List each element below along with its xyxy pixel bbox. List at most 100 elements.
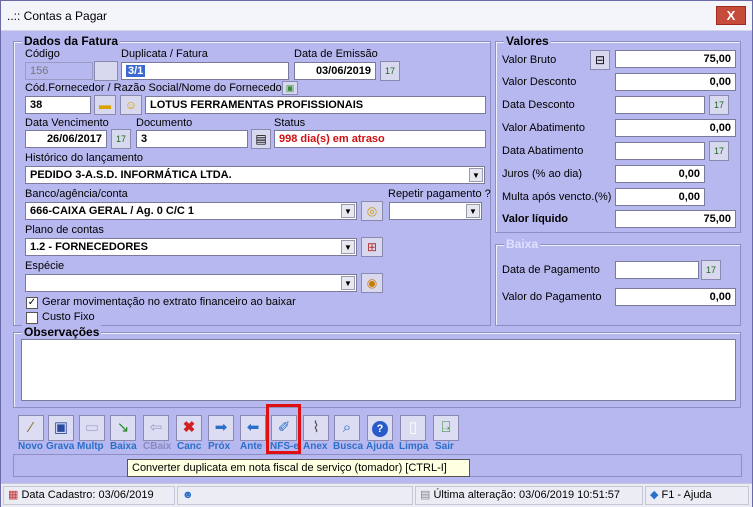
f1-ajuda-cell[interactable]: ◆ F1 - Ajuda [645, 486, 749, 505]
fornecedor-nome-field[interactable]: LOTUS FERRAMENTAS PROFISSIONAIS [145, 96, 486, 114]
cancel-icon: ✖ [182, 419, 196, 436]
valor-desconto-field[interactable]: 0,00 [615, 73, 736, 91]
valor-pagamento-field[interactable]: 0,00 [615, 288, 736, 306]
documento-field[interactable]: 3 [136, 130, 248, 148]
anex-label: Anex [303, 441, 328, 452]
valor-abatimento-field[interactable]: 0,00 [615, 119, 736, 137]
observacoes-legend: Observações [22, 325, 102, 339]
juros-field[interactable]: 0,00 [615, 165, 705, 183]
historico-select[interactable]: PEDIDO 3-A.S.D. INFORMÁTICA LTDA. ▼ [25, 166, 485, 184]
fornecedor-label: Cód.Fornecedor / Razão Social/Nome do Fo… [25, 82, 286, 94]
close-button[interactable]: X [716, 6, 746, 25]
codigo-label: Código [25, 48, 60, 60]
canc-button[interactable]: ✖ [176, 415, 202, 441]
chevron-down-icon[interactable]: ▼ [466, 204, 480, 218]
valor-bruto-label: Valor Bruto [502, 54, 557, 66]
plano-value: 1.2 - FORNECEDORES [30, 241, 148, 253]
baixa-icon: ↘ [116, 419, 130, 436]
fornecedor-smile-icon[interactable]: ☺ [120, 95, 142, 115]
emissao-calendar-icon[interactable]: 17 [380, 61, 400, 81]
gerar-movimentacao-checkbox[interactable]: ✓ [26, 297, 38, 309]
limpa-button[interactable]: ▯ [400, 415, 426, 441]
contas-a-pagar-window: ..:: Contas a Pagar X Dados da Fatura Có… [0, 0, 753, 507]
data-pagamento-label: Data de Pagamento [502, 264, 600, 276]
data-abatimento-calendar-icon[interactable]: 17 [709, 141, 729, 161]
ajuda-label: Ajuda [366, 441, 394, 452]
user-icon: ☻ [182, 489, 194, 501]
repetir-select[interactable]: ▼ [389, 202, 482, 220]
user-cell: ☻ [177, 486, 413, 505]
cbaix-button[interactable]: ⇦ [143, 415, 169, 441]
baixa-button[interactable]: ↘ [110, 415, 136, 441]
vencimento-calendar-icon[interactable]: 17 [111, 129, 131, 149]
ultima-alteracao-cell: ▤ Última alteração: 03/06/2019 10:51:57 [415, 486, 643, 505]
canc-label: Canc [177, 441, 202, 452]
sair-button[interactable]: ⍈ [433, 415, 459, 441]
chevron-down-icon[interactable]: ▼ [341, 276, 355, 290]
chevron-down-icon[interactable]: ▼ [341, 204, 355, 218]
data-cadastro-cell: ▦ Data Cadastro: 03/06/2019 [3, 486, 175, 505]
data-desconto-calendar-icon[interactable]: 17 [709, 95, 729, 115]
especie-select[interactable]: ▼ [25, 274, 357, 292]
vencimento-field[interactable]: 26/06/2017 [25, 130, 107, 148]
busca-button[interactable]: ⌕ [334, 415, 360, 441]
ante-button[interactable]: ⬅ [240, 415, 266, 441]
chevron-down-icon[interactable]: ▼ [341, 240, 355, 254]
data-desconto-field[interactable] [615, 96, 705, 114]
multp-button[interactable]: ▭ [79, 415, 105, 441]
f1-ajuda-text: F1 - Ajuda [661, 489, 712, 501]
anex-button[interactable]: ⌇ [303, 415, 329, 441]
cbaix-label: CBaix [143, 441, 172, 452]
valor-liquido-label: Valor líquido [502, 213, 569, 225]
novo-button[interactable]: ⁄ [18, 415, 44, 441]
duplicata-field[interactable]: 3/1 [121, 62, 289, 80]
valores-legend: Valores [504, 34, 551, 48]
data-pagamento-calendar-icon[interactable]: 17 [701, 260, 721, 280]
especie-label: Espécie [25, 260, 65, 272]
data-pagamento-field[interactable] [615, 261, 699, 279]
valor-bruto-calc-icon[interactable]: ⊟ [590, 50, 610, 70]
valor-liquido-field: 75,00 [615, 210, 736, 228]
emissao-field[interactable]: 03/06/2019 [294, 62, 376, 80]
banco-select[interactable]: 666-CAIXA GERAL / Ag. 0 C/C 1 ▼ [25, 202, 357, 220]
multa-field[interactable]: 0,00 [615, 188, 705, 206]
help-icon: ? [372, 421, 388, 437]
arrow-left-icon: ⬅ [246, 419, 260, 436]
search-icon: ⌕ [342, 419, 352, 436]
valor-bruto-field[interactable]: 75,00 [615, 50, 736, 68]
duplicata-label: Duplicata / Fatura [121, 48, 208, 60]
custo-fixo-checkbox[interactable] [26, 312, 38, 324]
status-field: 998 dia(s) em atraso [274, 130, 486, 148]
novo-label: Novo [18, 441, 43, 452]
ultima-alteracao-text: Última alteração: 03/06/2019 10:51:57 [433, 489, 620, 501]
observacoes-textarea[interactable] [21, 339, 736, 401]
codigo-lookup-button[interactable] [94, 61, 118, 81]
dados-fatura-legend: Dados da Fatura [22, 34, 121, 48]
baixa-label: Baixa [110, 441, 137, 452]
data-abatimento-label: Data Abatimento [502, 145, 584, 157]
juros-label: Juros (% ao dia) [502, 168, 583, 180]
ajuda-button[interactable]: ? [367, 415, 393, 441]
fornecedor-photo-icon[interactable]: ▣ [282, 81, 298, 95]
sair-label: Sair [435, 441, 454, 452]
codigo-field[interactable]: 156 [25, 62, 93, 80]
data-cadastro-text: Data Cadastro: 03/06/2019 [21, 489, 154, 501]
data-abatimento-field[interactable] [615, 142, 705, 160]
plano-select[interactable]: 1.2 - FORNECEDORES ▼ [25, 238, 357, 256]
chevron-down-icon[interactable]: ▼ [469, 168, 483, 182]
documento-print-icon[interactable]: ▤ [251, 129, 271, 149]
prox-button[interactable]: ➡ [208, 415, 234, 441]
valor-pagamento-label: Valor do Pagamento [502, 291, 602, 303]
save-icon: ▣ [53, 419, 69, 436]
custo-fixo-label: Custo Fixo [42, 311, 95, 323]
plano-tree-icon[interactable]: ⊞ [361, 237, 383, 257]
multiply-icon: ▭ [84, 419, 100, 436]
documento-label: Documento [136, 117, 193, 129]
grava-button[interactable]: ▣ [48, 415, 74, 441]
fornecedor-codigo-field[interactable]: 38 [25, 96, 91, 114]
baixa-legend: Baixa [504, 237, 541, 251]
fornecedor-folder-icon[interactable]: ▬ [94, 95, 116, 115]
especie-coin-icon[interactable]: ◉ [361, 273, 383, 293]
banco-coins-icon[interactable]: ◎ [361, 201, 383, 221]
status-label: Status [274, 117, 306, 129]
